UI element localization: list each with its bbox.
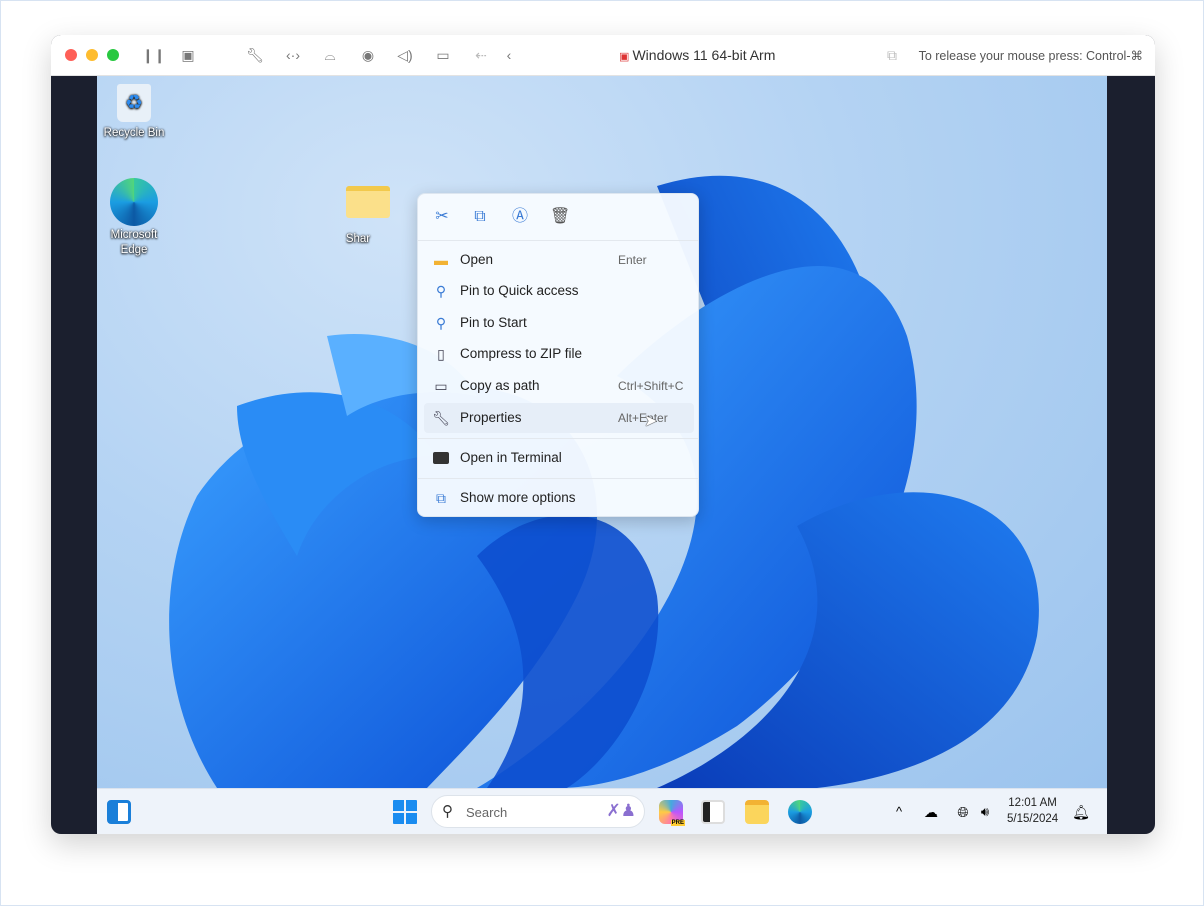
recycle-bin-icon: ♻ (117, 84, 151, 122)
taskbar: ⚲ Search ✗♟ PRE ^ ☁ 🌐︎ 🔊︎ 12:01 AM 5/15/2… (97, 788, 1107, 834)
fullscreen-icon[interactable]: ⧉ (883, 46, 901, 64)
sound-icon[interactable]: ◁) (396, 46, 414, 64)
folder-icon: ▬ (434, 252, 448, 268)
folder-icon (346, 186, 390, 218)
search-icon: ⚲ (442, 803, 453, 820)
icon-label: Shar (345, 233, 371, 245)
title-bar: ❙❙ ▣ 🔧︎ ‹·› ⌓ ◉ ◁) ▭ ⇠ ‹ ▣ Windows 11 64… (51, 35, 1155, 76)
network-globe-icon[interactable]: 🌐︎ (951, 800, 975, 824)
zip-icon: ▯ (437, 346, 445, 362)
minimize-button[interactable] (86, 49, 98, 61)
clock[interactable]: 12:01 AM 5/15/2024 (1007, 795, 1058, 827)
desktop-icon-recycle-bin[interactable]: ♻ Recycle Bin (99, 84, 169, 141)
menu-label: Show more options (460, 490, 576, 505)
snapshot-icon[interactable]: ▣ (179, 46, 197, 64)
network-icon[interactable]: ‹·› (284, 46, 302, 64)
search-box[interactable]: ⚲ Search ✗♟ (431, 795, 645, 828)
notification-bell-icon[interactable]: 🔔︎ (1069, 800, 1093, 824)
windows-file-icon: ▣ (619, 51, 633, 63)
usb-icon[interactable]: ⇠ (472, 46, 490, 64)
desktop-icon-shared-folder[interactable]: Shar (333, 186, 403, 247)
expand-icon: ⧉ (436, 490, 446, 506)
search-placeholder: Search (466, 805, 508, 820)
mouse-cursor-icon: ➤ (644, 413, 658, 430)
window-title: ▣ Windows 11 64-bit Arm (619, 47, 775, 63)
pin-icon: ⚲ (435, 315, 447, 331)
menu-label: Open in Terminal (460, 450, 562, 465)
time: 12:01 AM (1008, 797, 1057, 809)
chevron-left-icon[interactable]: ‹ (500, 46, 518, 64)
menu-shortcut: Alt+Enter (618, 411, 668, 425)
menu-shortcut: Ctrl+Shift+C (618, 379, 684, 393)
close-button[interactable] (65, 49, 77, 61)
onedrive-off-icon[interactable]: ☁ (919, 800, 943, 824)
copy-icon[interactable]: ⧉ (470, 207, 490, 227)
chevron-up-icon[interactable]: ^ (887, 800, 911, 824)
search-highlight-icon: ✗♟ (606, 801, 636, 820)
terminal-icon (432, 449, 450, 467)
menu-item-properties[interactable]: 🔧︎ Properties Alt+Enter ➤ (424, 403, 694, 433)
title-text: Windows 11 64-bit Arm (632, 47, 776, 63)
menu-item-open-terminal[interactable]: Open in Terminal (424, 443, 694, 473)
context-menu: ✂ ⧉ Ⓐ 🗑︎ ▬ Open Enter ⚲ Pin to Quick access… (417, 193, 699, 517)
desktop[interactable]: ♻ Recycle Bin Microsoft Edge Shar ✂ ⧉ Ⓐ … (97, 76, 1107, 788)
menu-label: Compress to ZIP file (460, 346, 583, 361)
divider (418, 438, 698, 439)
menu-item-pin-start[interactable]: ⚲ Pin to Start (424, 308, 694, 338)
settings-wrench-icon[interactable]: 🔧︎ (246, 46, 264, 64)
menu-label: Open (460, 252, 494, 267)
camera-icon[interactable]: ◉ (359, 46, 377, 64)
edge-icon (110, 178, 158, 226)
divider (418, 478, 698, 479)
menu-label: Pin to Start (460, 315, 527, 330)
wrench-icon: 🔧︎ (432, 410, 450, 426)
divider (418, 240, 698, 241)
menu-label: Pin to Quick access (460, 283, 579, 298)
menu-label: Copy as path (460, 378, 540, 393)
release-hint: To release your mouse press: Control-⌘ (918, 49, 1143, 63)
icon-label: Recycle Bin (103, 127, 165, 139)
disk-icon[interactable]: ⌓ (321, 46, 339, 64)
menu-label: Properties (460, 410, 522, 425)
icon-label: Microsoft Edge (110, 229, 158, 256)
menu-item-compress-zip[interactable]: ▯ Compress to ZIP file (424, 339, 694, 369)
maximize-button[interactable] (107, 49, 119, 61)
pause-icon[interactable]: ❙❙ (142, 46, 165, 64)
app-icon[interactable] (701, 800, 725, 824)
file-explorer-icon[interactable] (745, 800, 769, 824)
volume-icon[interactable]: 🔊︎ (973, 800, 997, 824)
desktop-icon-microsoft-edge[interactable]: Microsoft Edge (99, 178, 169, 258)
menu-item-open[interactable]: ▬ Open Enter (424, 245, 694, 275)
pin-icon: ⚲ (435, 283, 447, 299)
vm-window: ❙❙ ▣ 🔧︎ ‹·› ⌓ ◉ ◁) ▭ ⇠ ‹ ▣ Windows 11 64… (51, 35, 1155, 834)
menu-item-show-more-options[interactable]: ⧉ Show more options (424, 483, 694, 513)
start-icon[interactable] (393, 800, 417, 824)
copilot-icon[interactable]: PRE (659, 800, 685, 826)
menu-shortcut: Enter (618, 253, 647, 267)
delete-icon[interactable]: 🗑︎ (550, 207, 570, 227)
widgets-icon[interactable] (107, 800, 131, 824)
path-icon: ▭ (434, 378, 448, 394)
menu-item-copy-as-path[interactable]: ▭ Copy as path Ctrl+Shift+C (424, 371, 694, 401)
pre-badge: PRE (670, 820, 685, 826)
date: 5/15/2024 (1007, 813, 1059, 825)
edge-icon[interactable] (788, 800, 812, 824)
menu-item-pin-quick-access[interactable]: ⚲ Pin to Quick access (424, 276, 694, 306)
cut-icon[interactable]: ✂ (432, 207, 452, 227)
video-icon[interactable]: ▭ (434, 46, 452, 64)
rename-icon[interactable]: Ⓐ (510, 207, 530, 227)
